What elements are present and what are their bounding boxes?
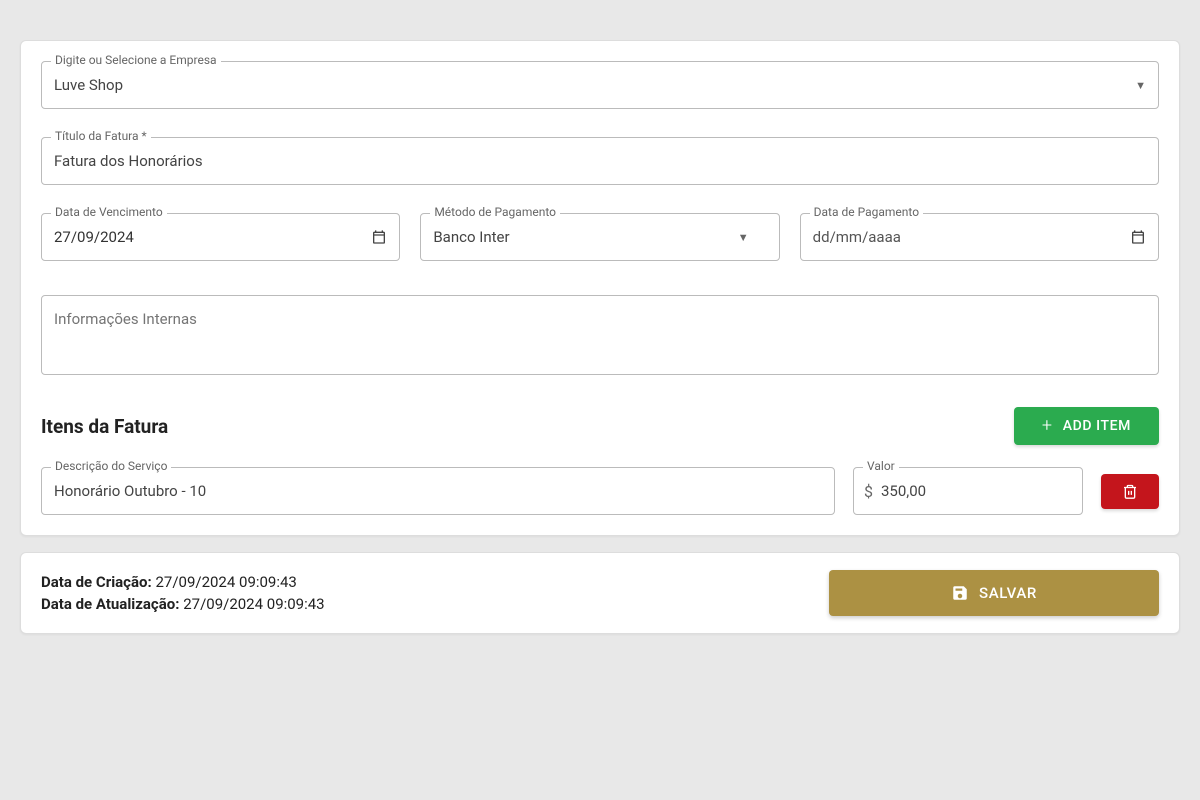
item-valor-wrap: Valor $ <box>853 467 1083 515</box>
add-item-button[interactable]: + ADD ITEM <box>1014 407 1159 445</box>
internal-info-textarea[interactable] <box>41 295 1159 375</box>
item-valor-input[interactable] <box>879 468 1072 514</box>
calendar-icon <box>1130 229 1146 245</box>
save-icon <box>951 584 969 602</box>
footer-card: Data de Criação: 27/09/2024 09:09:43 Dat… <box>20 552 1180 634</box>
save-label: SALVAR <box>979 584 1037 602</box>
dates-row: Data de Vencimento 27/09/2024 Método de … <box>41 213 1159 261</box>
dollar-icon: $ <box>864 482 873 501</box>
created-line: Data de Criação: 27/09/2024 09:09:43 <box>41 573 325 591</box>
chevron-down-icon: ▼ <box>1135 79 1146 92</box>
trash-icon <box>1122 483 1138 500</box>
company-select[interactable]: Luve Shop ▼ <box>41 61 1159 109</box>
item-valor-label: Valor <box>863 459 899 473</box>
title-input[interactable] <box>41 137 1159 185</box>
due-date-wrap: Data de Vencimento 27/09/2024 <box>41 213 400 261</box>
item-desc-input[interactable] <box>41 467 835 515</box>
item-row: Descrição do Serviço Valor $ <box>41 467 1159 515</box>
save-button[interactable]: SALVAR <box>829 570 1159 616</box>
delete-item-button[interactable] <box>1101 474 1159 509</box>
item-desc-wrap: Descrição do Serviço <box>41 467 835 515</box>
payment-date-placeholder: dd/mm/aaaa <box>813 228 901 246</box>
updated-value: 27/09/2024 09:09:43 <box>183 595 324 613</box>
meta-lines: Data de Criação: 27/09/2024 09:09:43 Dat… <box>41 569 325 617</box>
due-date-input[interactable]: 27/09/2024 <box>41 213 400 261</box>
add-item-label: ADD ITEM <box>1063 418 1131 434</box>
created-value: 27/09/2024 09:09:43 <box>155 573 296 591</box>
payment-date-label: Data de Pagamento <box>810 205 923 219</box>
payment-date-input[interactable]: dd/mm/aaaa <box>800 213 1159 261</box>
item-desc-label: Descrição do Serviço <box>51 459 171 473</box>
title-field-wrap: Título da Fatura * <box>41 137 1159 185</box>
chevron-down-icon: ▼ <box>738 231 749 244</box>
payment-method-wrap: Método de Pagamento Banco Inter ▼ <box>420 213 779 261</box>
internal-info-wrap <box>41 295 1159 379</box>
due-date-value: 27/09/2024 <box>54 228 134 246</box>
company-field-wrap: Digite ou Selecione a Empresa Luve Shop … <box>41 61 1159 109</box>
items-header: Itens da Fatura + ADD ITEM <box>41 407 1159 445</box>
plus-icon: + <box>1042 417 1053 435</box>
due-date-label: Data de Vencimento <box>51 205 167 219</box>
payment-method-select[interactable]: Banco Inter ▼ <box>420 213 779 261</box>
company-value: Luve Shop <box>54 76 123 94</box>
updated-label: Data de Atualização: <box>41 595 179 613</box>
invoice-form-card: Digite ou Selecione a Empresa Luve Shop … <box>20 40 1180 536</box>
items-title: Itens da Fatura <box>41 415 168 438</box>
item-valor-field: $ <box>853 467 1083 515</box>
calendar-icon <box>371 229 387 245</box>
title-label: Título da Fatura * <box>51 129 151 143</box>
payment-method-label: Método de Pagamento <box>430 205 560 219</box>
payment-date-wrap: Data de Pagamento dd/mm/aaaa <box>800 213 1159 261</box>
created-label: Data de Criação: <box>41 573 152 591</box>
company-label: Digite ou Selecione a Empresa <box>51 53 221 67</box>
updated-line: Data de Atualização: 27/09/2024 09:09:43 <box>41 595 325 613</box>
payment-method-value: Banco Inter <box>433 228 509 246</box>
